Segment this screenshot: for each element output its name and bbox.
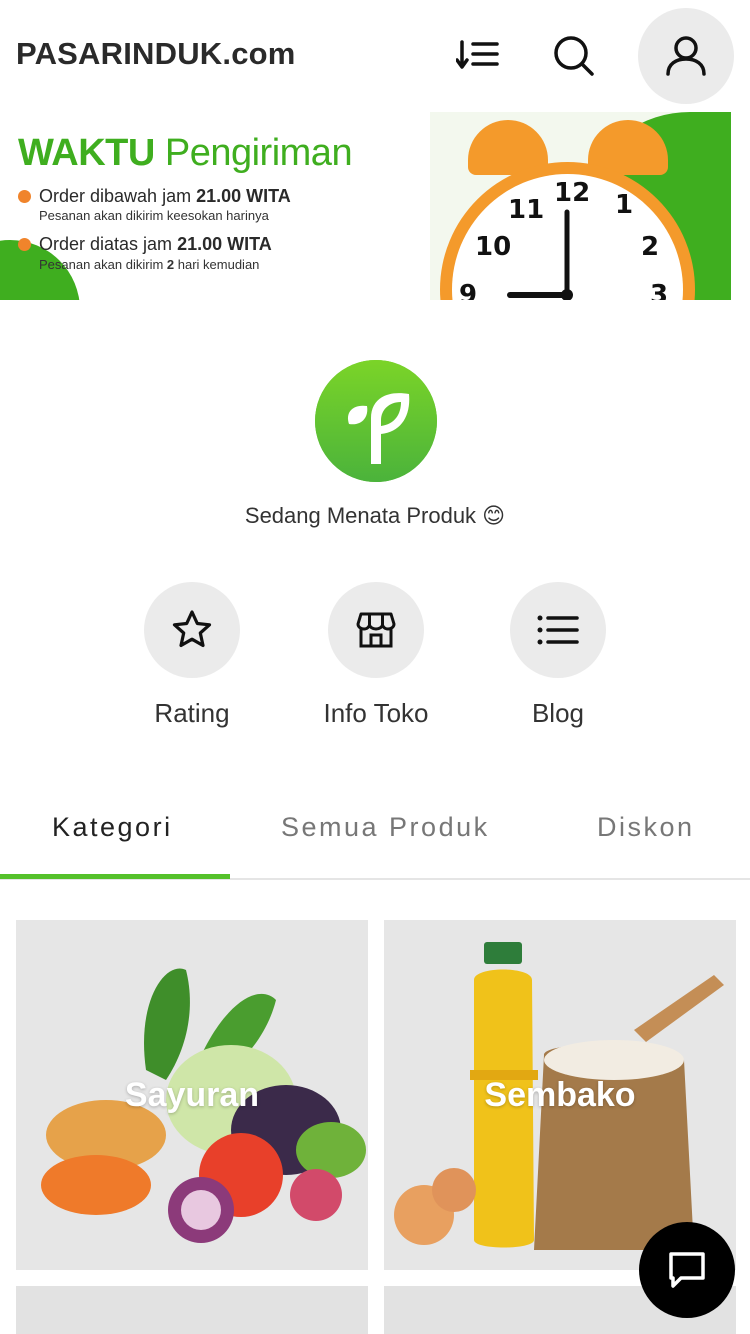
rating-action[interactable]: Rating (112, 582, 272, 729)
blog-button[interactable] (510, 582, 606, 678)
tab-semua-produk[interactable]: Semua Produk (281, 812, 490, 843)
user-icon (666, 36, 706, 76)
rating-label: Rating (154, 698, 230, 728)
banner-sub-1: Pesanan akan dikirim keesokan harinya (39, 208, 269, 223)
leaf-logo-icon (315, 360, 437, 482)
blog-action[interactable]: Blog (478, 582, 638, 729)
active-tab-indicator (0, 874, 230, 879)
banner-line-1: Order dibawah jam 21.00 WITA (18, 186, 291, 207)
alarm-clock: 12 1 2 3 9 10 11 (440, 162, 695, 300)
store-info-label: Info Toko (323, 698, 429, 728)
category-label: Sembako (484, 1075, 636, 1114)
bullet-dot (18, 238, 31, 251)
clock-face: 12 1 2 3 9 10 11 (452, 174, 683, 300)
sort-button[interactable] (430, 8, 526, 104)
rating-button[interactable] (144, 582, 240, 678)
blog-label: Blog (531, 698, 585, 728)
search-icon (554, 36, 594, 76)
clock-hands (507, 209, 573, 300)
store-info-button[interactable] (328, 582, 424, 678)
category-label: Sayuran (124, 1075, 260, 1114)
banner-line-2: Order diatas jam 21.00 WITA (18, 234, 272, 255)
delivery-time-banner[interactable]: WAKTU Pengiriman Order dibawah jam 21.00… (0, 112, 731, 300)
sort-icon (456, 40, 499, 69)
tab-kategori[interactable]: Kategori (52, 812, 173, 843)
banner-sub-2: Pesanan akan dikirim 2 hari kemudian (39, 257, 260, 272)
list-icon (537, 615, 579, 645)
tab-diskon[interactable]: Diskon (597, 812, 695, 843)
app-header: PASARINDUK.com (0, 0, 750, 112)
category-card-partial[interactable] (16, 1286, 368, 1334)
store-icon (356, 612, 396, 648)
store-tagline: Sedang Menata Produk 😊 (244, 503, 506, 528)
brand-title[interactable]: PASARINDUK.com (16, 36, 296, 72)
store-info-action[interactable]: Info Toko (296, 582, 456, 729)
category-card-sembako[interactable]: Sembako (384, 920, 736, 1270)
chat-icon (669, 1252, 705, 1288)
star-icon (172, 610, 212, 648)
search-button[interactable] (526, 8, 622, 104)
bullet-dot (18, 190, 31, 203)
chat-button[interactable] (639, 1222, 735, 1318)
category-card-sayuran[interactable]: Sayuran (16, 920, 368, 1270)
account-button[interactable] (638, 8, 734, 104)
product-tabs: Kategori Semua Produk Diskon (0, 780, 750, 880)
banner-title: WAKTU Pengiriman (18, 132, 353, 174)
store-logo (315, 360, 437, 482)
